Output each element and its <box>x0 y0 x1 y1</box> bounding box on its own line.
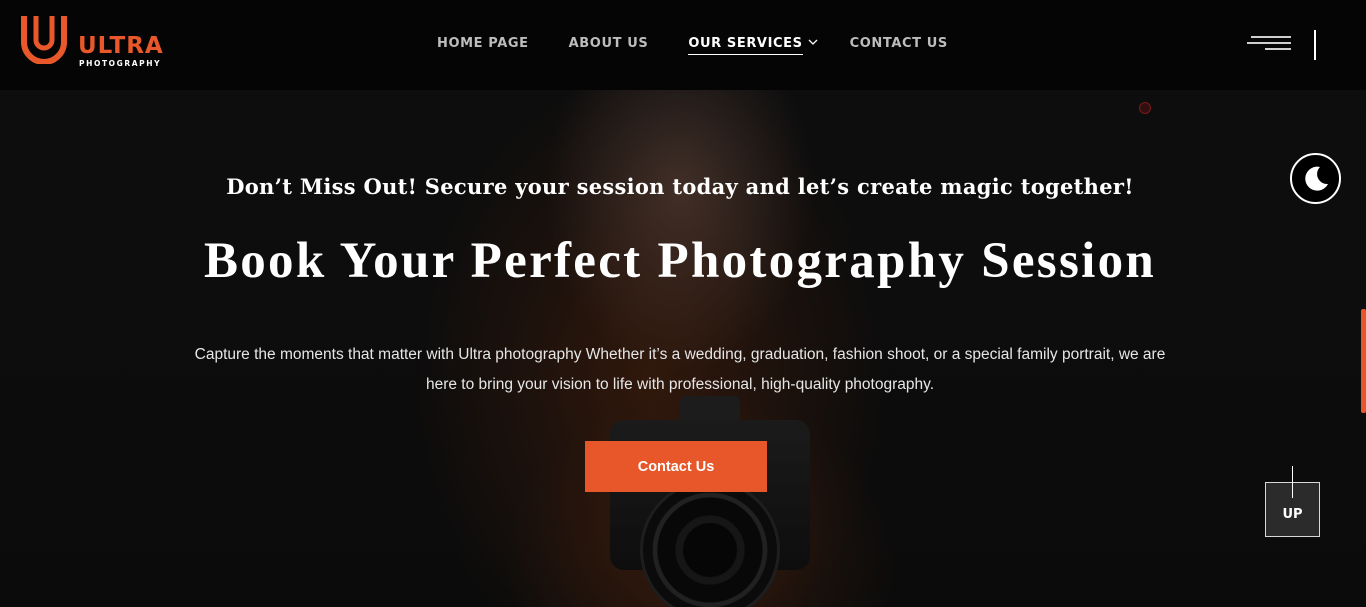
hero-description: Capture the moments that matter with Ult… <box>194 346 1166 393</box>
scroll-up-line-inner <box>1292 482 1293 498</box>
nav-item-home[interactable]: HOME PAGE <box>437 36 529 58</box>
nav-item-services[interactable]: OUR SERVICES <box>688 36 818 58</box>
nav-item-about[interactable]: ABOUT US <box>569 36 649 58</box>
brand-logo[interactable]: ULTRA PHOTOGRAPHY <box>20 14 180 70</box>
scroll-up-label: UP <box>1282 507 1303 522</box>
site-header: ULTRA PHOTOGRAPHY HOME PAGE ABOUT US OUR… <box>0 0 1366 90</box>
scrollbar-thumb[interactable] <box>1361 309 1366 413</box>
logo-u-icon <box>21 16 67 64</box>
chevron-down-icon <box>808 39 818 45</box>
contact-us-button[interactable]: Contact Us <box>585 441 767 492</box>
hamburger-icon[interactable] <box>1247 36 1291 52</box>
nav-label: ABOUT US <box>568 36 649 51</box>
hero-title: Book Your Perfect Photography Session <box>203 233 1157 289</box>
nav-label: OUR SERVICES <box>688 36 803 55</box>
cursor-dot <box>1139 102 1151 114</box>
nav-label: CONTACT US <box>849 36 948 51</box>
nav-item-contact[interactable]: CONTACT US <box>850 36 948 58</box>
hero-tagline: Don’t Miss Out! Secure your session toda… <box>226 174 1134 199</box>
nav-label: HOME PAGE <box>437 36 529 51</box>
brand-name: ULTRA <box>78 33 164 59</box>
main-nav: HOME PAGE ABOUT US OUR SERVICES CONTACT … <box>437 36 988 60</box>
hero-overlay <box>0 0 1366 607</box>
header-divider <box>1314 30 1316 60</box>
brand-subtitle: PHOTOGRAPHY <box>79 59 162 68</box>
hero-background-image <box>0 0 1366 607</box>
